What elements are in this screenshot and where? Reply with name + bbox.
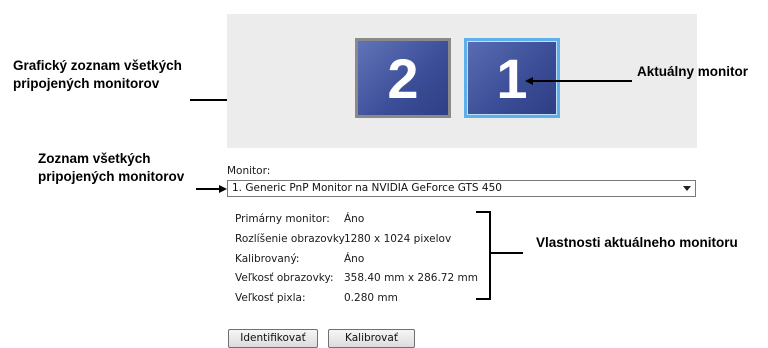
annotation-graphic-list-line2: pripojených monitorov bbox=[13, 76, 160, 91]
property-key: Rozlíšenie obrazovky bbox=[235, 233, 345, 245]
calibrate-button[interactable]: Kalibrovať bbox=[328, 329, 415, 348]
property-value: 1280 x 1024 pixelov bbox=[344, 233, 452, 245]
monitor-select[interactable]: 1. Generic PnP Monitor na NVIDIA GeForce… bbox=[227, 180, 696, 197]
property-value: 0.280 mm bbox=[344, 292, 398, 304]
annotation-monitor-list-line1: Zoznam všetkých bbox=[38, 151, 151, 166]
annotation-graphic-list-line1: Grafický zoznam všetkých bbox=[13, 58, 182, 73]
annotation-graphic-list: Grafický zoznam všetkých pripojených mon… bbox=[13, 57, 182, 93]
annotation-properties: Vlastnosti aktuálneho monitoru bbox=[536, 235, 738, 250]
monitor-1-tile[interactable]: 1 bbox=[464, 38, 560, 118]
monitor-select-value: 1. Generic PnP Monitor na NVIDIA GeForce… bbox=[232, 182, 502, 194]
property-key: Primárny monitor: bbox=[235, 213, 330, 225]
properties-pointer-line bbox=[491, 252, 523, 254]
property-key: Veľkosť pixla: bbox=[235, 292, 306, 304]
annotation-monitor-list: Zoznam všetkých pripojených monitorov bbox=[38, 150, 184, 186]
identify-button[interactable]: Identifikovať bbox=[228, 329, 318, 348]
properties-bracket-bottom bbox=[476, 298, 491, 300]
property-value: 358.40 mm x 286.72 mm bbox=[344, 272, 478, 284]
annotation-arrowhead bbox=[219, 185, 227, 193]
property-value: Áno bbox=[344, 213, 365, 225]
annotation-monitor-list-line2: pripojených monitorov bbox=[38, 169, 185, 184]
properties-bracket-vertical bbox=[489, 211, 491, 300]
monitor-2-number: 2 bbox=[387, 46, 419, 110]
monitor-select-label: Monitor: bbox=[227, 165, 271, 177]
annotation-arrow-line bbox=[532, 80, 632, 82]
chevron-down-icon[interactable] bbox=[683, 186, 691, 191]
property-key: Kalibrovaný: bbox=[235, 253, 300, 265]
annotation-arrow-line bbox=[196, 188, 220, 190]
monitor-1-number: 1 bbox=[496, 46, 528, 110]
monitor-2-tile[interactable]: 2 bbox=[355, 38, 451, 118]
property-key: Veľkosť obrazovky: bbox=[235, 272, 334, 284]
annotation-current-monitor: Aktuálny monitor bbox=[637, 64, 749, 79]
property-value: Áno bbox=[344, 253, 365, 265]
